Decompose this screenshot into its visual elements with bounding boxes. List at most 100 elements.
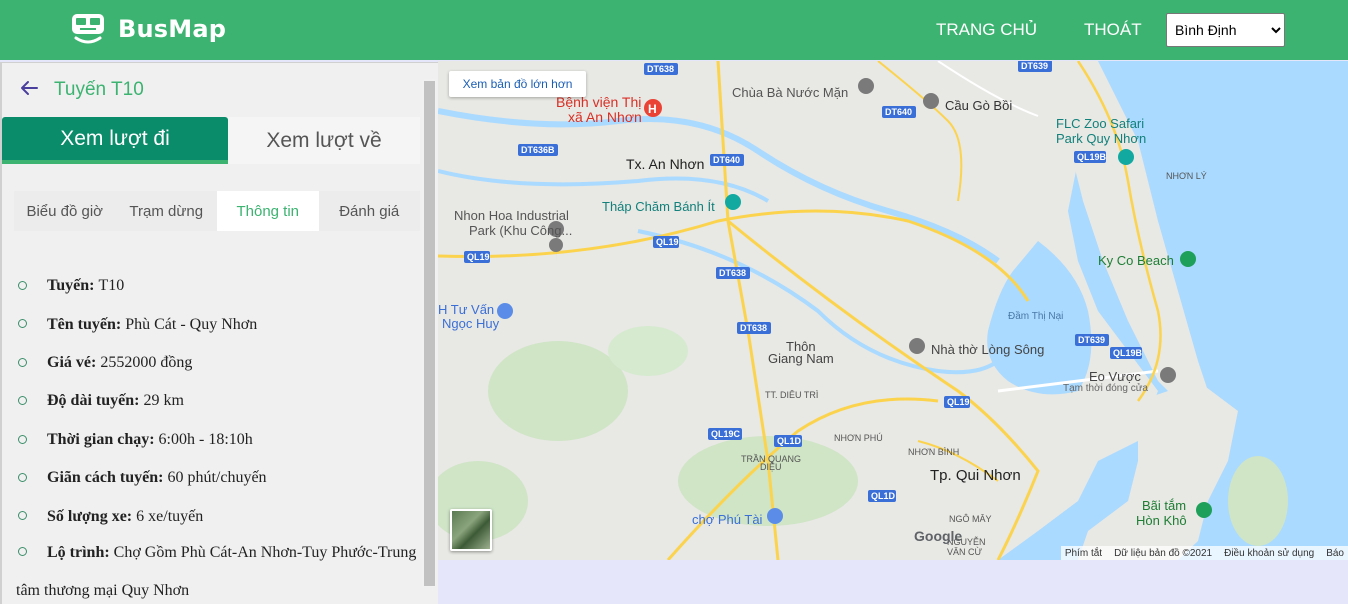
map-view[interactable]: DT638 DT639 DT640 DT640 DT636B QL19 QL19… — [438, 61, 1348, 560]
svg-text:QL1D: QL1D — [777, 436, 802, 446]
svg-text:Tp. Qui Nhơn: Tp. Qui Nhơn — [930, 467, 1021, 484]
svg-text:Cầu Gò Bồi: Cầu Gò Bồi — [945, 98, 1012, 113]
svg-text:DT639: DT639 — [1021, 61, 1048, 71]
sub-tab-bar: Biểu đồ giờ Trạm dừng Thông tin Đánh giá — [14, 191, 420, 231]
brand-name: BusMap — [118, 15, 227, 43]
svg-text:Tx. An Nhơn: Tx. An Nhơn — [626, 156, 704, 172]
info-row-itinerary: Lộ trình: Chợ Gồm Phù Cát-An Nhơn-Tuy Ph… — [14, 534, 424, 604]
route-sidebar: Tuyến T10 Xem lượt đi Xem lượt về Biểu đ… — [0, 62, 438, 604]
svg-text:FLC Zoo Safari: FLC Zoo Safari — [1056, 116, 1144, 131]
svg-text:H Tư Vấn: H Tư Vấn — [438, 302, 494, 317]
svg-text:QL19B: QL19B — [1077, 152, 1107, 162]
svg-text:DT639: DT639 — [1078, 335, 1105, 345]
info-value: Phù Cát - Quy Nhơn — [125, 315, 258, 333]
svg-text:Hòn Khô: Hòn Khô — [1136, 513, 1187, 528]
svg-text:NGÔ MÂY: NGÔ MÂY — [949, 514, 992, 524]
info-label: Số lượng xe: — [47, 507, 133, 525]
info-label: Thời gian chạy: — [47, 430, 155, 448]
bullet-icon — [18, 434, 27, 444]
svg-text:Tạm thời đóng cửa: Tạm thời đóng cửa — [1063, 382, 1148, 394]
larger-map-button[interactable]: Xem bản đồ lớn hơn — [449, 71, 586, 97]
route-info-list: Tuyến: T10 Tên tuyến: Phù Cát - Quy Nhơn G… — [14, 267, 424, 604]
svg-text:DT638: DT638 — [740, 323, 767, 333]
svg-text:Eo Vược: Eo Vược — [1089, 369, 1141, 384]
report-link[interactable]: Báo — [1326, 548, 1344, 559]
info-value: 6:00h - 18:10h — [158, 430, 253, 448]
svg-text:TT. DIÊU TRÌ: TT. DIÊU TRÌ — [765, 390, 818, 400]
svg-text:DIỆU: DIỆU — [760, 462, 782, 472]
info-label: Giãn cách tuyến: — [47, 469, 164, 487]
svg-text:DT638: DT638 — [719, 268, 746, 278]
svg-text:QL1D: QL1D — [871, 491, 896, 501]
svg-text:VĂN CỪ: VĂN CỪ — [947, 547, 983, 557]
svg-text:NHƠN PHÚ: NHƠN PHÚ — [834, 433, 883, 443]
tab-info[interactable]: Thông tin — [217, 191, 319, 231]
map-attribution: Phím tắt Dữ liệu bản đồ ©2021 Điều khoản… — [1060, 546, 1348, 560]
bullet-icon — [18, 396, 27, 406]
svg-text:chợ Phú Tài: chợ Phú Tài — [692, 512, 763, 527]
bullet-icon — [18, 546, 27, 556]
svg-text:DT640: DT640 — [885, 107, 912, 117]
info-label: Tên tuyến: — [47, 315, 122, 333]
info-row-length: Độ dài tuyến: 29 km — [14, 382, 424, 420]
nav-logout-link[interactable]: THOÁT — [1084, 20, 1142, 40]
svg-text:DT636B: DT636B — [521, 145, 555, 155]
svg-text:Giang Nam: Giang Nam — [768, 351, 834, 366]
svg-text:H: H — [648, 102, 657, 116]
bullet-icon — [18, 511, 27, 521]
info-value: 6 xe/tuyến — [136, 507, 204, 525]
info-row-operating-hours: Thời gian chạy: 6:00h - 18:10h — [14, 421, 424, 459]
svg-text:DT638: DT638 — [647, 64, 674, 74]
svg-text:Ky Co Beach: Ky Co Beach — [1098, 253, 1174, 268]
svg-text:Park (Khu Công...: Park (Khu Công... — [469, 223, 572, 238]
back-arrow-icon[interactable] — [18, 77, 40, 99]
info-row-vehicles: Số lượng xe: 6 xe/tuyến — [14, 497, 424, 535]
info-label: Giá vé: — [47, 353, 97, 371]
bullet-icon — [18, 319, 27, 329]
info-row-route: Tuyến: T10 — [14, 267, 424, 305]
tab-stops[interactable]: Trạm dừng — [116, 191, 218, 231]
terms-link[interactable]: Điều khoản sử dụng — [1224, 548, 1314, 559]
tab-timetable[interactable]: Biểu đồ giờ — [14, 191, 116, 231]
province-select[interactable]: Bình Định — [1166, 13, 1285, 47]
info-value-continued: tâm thương mại Quy Nhơn — [16, 581, 190, 599]
tab-rating[interactable]: Đánh giá — [319, 191, 421, 231]
svg-text:Chùa Bà Nước Mặn: Chùa Bà Nước Mặn — [732, 85, 848, 100]
svg-text:QL19B: QL19B — [1113, 348, 1143, 358]
svg-text:Tháp Chăm Bánh Ít: Tháp Chăm Bánh Ít — [602, 199, 715, 214]
map-canvas[interactable]: DT638 DT639 DT640 DT640 DT636B QL19 QL19… — [438, 61, 1348, 560]
bullet-icon — [18, 357, 27, 367]
bullet-icon — [18, 472, 27, 482]
svg-text:QL19: QL19 — [467, 252, 490, 262]
info-row-headway: Giãn cách tuyến: 60 phút/chuyến — [14, 459, 424, 497]
svg-text:DT640: DT640 — [713, 155, 740, 165]
info-label: Lộ trình: — [47, 543, 110, 561]
map-data-text: Dữ liệu bản đồ ©2021 — [1114, 547, 1213, 559]
svg-text:Park Quy Nhơn: Park Quy Nhơn — [1056, 131, 1146, 146]
bullet-icon — [18, 281, 27, 290]
scrollbar-thumb[interactable] — [424, 81, 435, 586]
sidebar-scrollbar[interactable] — [422, 79, 436, 587]
svg-text:Bãi tắm: Bãi tắm — [1142, 498, 1186, 513]
tab-outbound[interactable]: Xem lượt đi — [2, 117, 228, 164]
svg-text:QL19: QL19 — [947, 397, 970, 407]
svg-text:QL19: QL19 — [656, 237, 679, 247]
google-logo: Google — [914, 528, 962, 544]
info-label: Tuyến: — [47, 277, 95, 295]
info-value: 60 phút/chuyến — [167, 469, 267, 487]
brand-logo[interactable]: BusMap — [70, 12, 226, 46]
svg-text:Nhon Hoa Industrial: Nhon Hoa Industrial — [454, 208, 569, 223]
nav-home-link[interactable]: TRANG CHỦ — [936, 20, 1037, 40]
info-value: 2552000 đồng — [100, 353, 193, 371]
svg-text:Nhà thờ Lòng Sông: Nhà thờ Lòng Sông — [931, 342, 1044, 357]
info-label: Độ dài tuyến: — [47, 392, 140, 410]
map-label: xã An Nhơn — [568, 109, 642, 125]
info-value: Chợ Gồm Phù Cát-An Nhơn-Tuy Phước-Trung — [113, 543, 417, 561]
svg-text:QL19C: QL19C — [711, 429, 741, 439]
info-value: 29 km — [143, 392, 184, 410]
svg-text:NHƠN BÌNH: NHƠN BÌNH — [908, 447, 959, 457]
satellite-toggle[interactable] — [450, 509, 492, 551]
keyboard-shortcuts-link[interactable]: Phím tắt — [1065, 548, 1102, 559]
svg-text:NHƠN LÝ: NHƠN LÝ — [1166, 171, 1207, 181]
tab-return[interactable]: Xem lượt về — [228, 117, 420, 164]
